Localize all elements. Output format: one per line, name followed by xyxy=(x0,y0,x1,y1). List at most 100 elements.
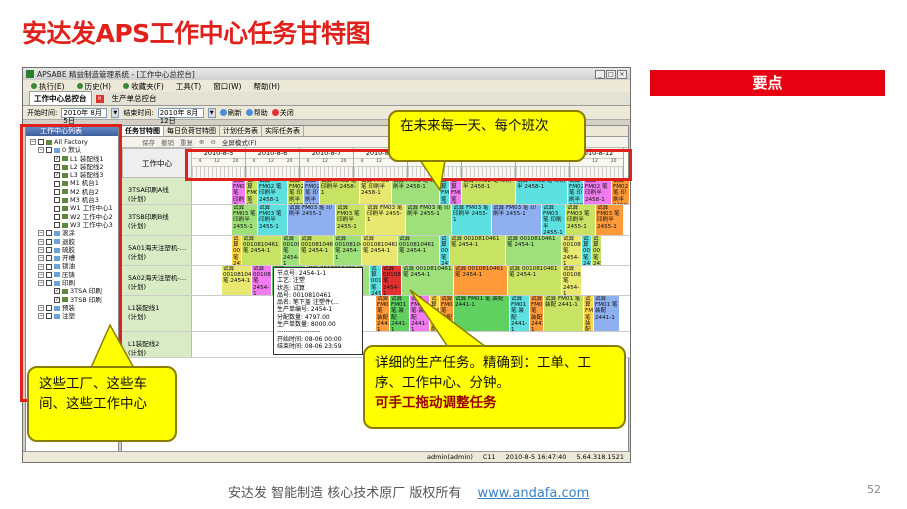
task-bar[interactable]: 试算 FM03 笔 印刷半 2455-1 xyxy=(258,205,288,235)
task-bar[interactable]: 试算 FM01 笔 装配 2441-1 xyxy=(376,296,390,331)
status-version: 5.64.318.1521 xyxy=(576,453,624,461)
gantt-row-label[interactable]: 5A02海天注塑机-… (计划) xyxy=(122,266,192,295)
task-bar[interactable]: 试算 0010810461 笔 2454-1 xyxy=(506,236,562,265)
task-bar[interactable]: 试算 0010810461 笔 2454-1 xyxy=(334,236,362,265)
task-bar[interactable]: 试算 0010810461 笔 2454-1 xyxy=(562,236,582,265)
start-date-dropdown-icon[interactable]: ▼ xyxy=(111,107,120,118)
zoom-out-icon[interactable]: ⊖ xyxy=(210,138,215,146)
gantt-row-label[interactable]: L1装配线1 (计划) xyxy=(122,296,192,331)
gantt-track: 试算 FM02 笔 印刷半 2458-1试算 FM02 笔 印刷半 2458-1… xyxy=(192,178,630,204)
task-bar[interactable]: 试算 FM02 笔 印刷半 2458-1 xyxy=(462,178,516,204)
task-bar[interactable]: 试算 FM03 笔 印刷半 2455-1 xyxy=(232,205,258,235)
close-button[interactable]: 关闭 xyxy=(271,108,294,118)
task-bar[interactable]: 试算 0010810461 笔 2454-1 xyxy=(398,236,440,265)
end-date-dropdown-icon[interactable]: ▼ xyxy=(207,107,216,118)
task-bar[interactable]: 试算 FM03 笔 印刷半 2455-1 xyxy=(492,205,542,235)
tab-actual-tasks[interactable]: 实际任务表 xyxy=(262,126,304,136)
fullscreen-button[interactable]: 全屏模式(F) xyxy=(222,137,257,147)
task-bar[interactable]: 试算 FM02 笔 印刷半 2458-1 xyxy=(392,178,440,204)
zoom-in-icon[interactable]: ⊕ xyxy=(199,138,204,146)
task-bar[interactable]: 试算 FM03 笔 印刷半 2455-1 xyxy=(596,205,624,235)
refresh-button[interactable]: 刷新 xyxy=(219,108,242,118)
task-bar[interactable]: 试算 0010810461 笔 2454-1 xyxy=(454,266,508,295)
task-bar[interactable]: 试算 FM02 笔 印刷半 2458-1 xyxy=(584,178,612,204)
task-bar[interactable]: 试算 0010810461 笔 2454-1 xyxy=(582,236,592,265)
end-date-input[interactable]: 2010年 8月12日 xyxy=(157,107,204,125)
task-bar[interactable]: 试算 FM02 笔 印刷半 2458-1 xyxy=(258,178,288,204)
tab-order-console[interactable]: 生产单总控台 xyxy=(108,92,161,105)
task-bar[interactable]: 试算 0010810461 笔 2454-1 xyxy=(370,266,382,295)
task-bar[interactable]: 试算 0010810461 笔 2454-1 xyxy=(562,266,582,295)
gantt-row-label[interactable]: L1装配线2 (计划) xyxy=(122,332,192,357)
task-bar[interactable]: 试算 FM02 笔 印刷半 2458-1 xyxy=(320,178,360,204)
footer-link[interactable]: www.andafa.com xyxy=(478,486,590,501)
gantt-row-label[interactable]: 3TSB印刷B线 (计划) xyxy=(122,205,192,235)
task-bar[interactable]: 试算 FM03 笔 印刷半 2455-1 xyxy=(452,205,492,235)
menu-tools[interactable]: 工具(T) xyxy=(176,81,201,92)
task-bar[interactable]: 试算 FM03 笔 印刷半 2455-1 xyxy=(566,205,596,235)
task-bar[interactable]: 试算 0010810461 笔 2454-1 xyxy=(508,266,562,295)
maximize-button[interactable]: □ xyxy=(606,69,616,79)
task-bar[interactable]: 试算 0010810461 笔 2454-1 xyxy=(362,236,398,265)
task-bar[interactable]: 试算 FM02 笔 印刷半 2458-1 xyxy=(288,178,304,204)
task-bar[interactable]: 试算 FM01 笔 装配 2441-1 xyxy=(594,296,620,331)
task-bar[interactable]: 试算 FM02 笔 印刷半 2458-1 xyxy=(232,178,246,204)
menu-favorites[interactable]: 收藏夹(F) xyxy=(123,81,164,92)
task-bar[interactable]: 试算 0010810461 笔 2454-1 xyxy=(402,266,454,295)
close-window-button[interactable]: × xyxy=(617,69,627,79)
gantt-rows: 3TSA印刷A线(计划)试算 FM02 笔 印刷半 2458-1试算 FM02 … xyxy=(122,178,630,358)
task-bar[interactable]: 试算 0010810461 笔 2454-1 xyxy=(252,266,272,295)
task-bar[interactable]: 试算 FM01 笔 装配 2441-1 xyxy=(430,296,440,331)
task-bar[interactable]: 试算 FM03 笔 印刷半 2455-1 xyxy=(406,205,452,235)
window-title: APSABE 精益制造管理系统 - [工作中心总控台] xyxy=(37,69,195,79)
task-bar[interactable]: 试算 FM01 笔 装配 2441-1 xyxy=(530,296,544,331)
task-bar[interactable]: 试算 FM03 笔 印刷半 2455-1 xyxy=(336,205,366,235)
minimize-button[interactable]: _ xyxy=(595,69,605,79)
task-bar[interactable]: 试算 0010810461 笔 2454-1 xyxy=(592,236,602,265)
menu-execute[interactable]: 执行(E) xyxy=(31,81,65,92)
task-bar[interactable]: 试算 FM02 笔 印刷半 2458-1 xyxy=(516,178,568,204)
workcenter-name: L1装配线1 xyxy=(128,304,160,312)
task-bar[interactable]: 试算 FM01 笔 装配 2441-1 xyxy=(454,296,510,331)
task-bar[interactable]: 试算 FM03 笔 印刷半 2455-1 xyxy=(288,205,336,235)
task-bar[interactable]: 试算 FM03 笔 印刷半 2455-1 xyxy=(366,205,406,235)
task-bar[interactable]: 试算 FM02 笔 印刷半 2458-1 xyxy=(360,178,392,204)
task-bar[interactable]: 试算 FM01 笔 装配 2441-1 xyxy=(544,296,584,331)
task-bar[interactable]: 试算 FM01 笔 装配 2441-1 xyxy=(390,296,410,331)
tab-task-gantt[interactable]: 任务甘特图 xyxy=(122,126,164,136)
gantt-row-label[interactable]: 3TSA印刷A线 (计划) xyxy=(122,178,192,204)
menu-help[interactable]: 帮助(H) xyxy=(253,81,280,92)
task-tooltip: 节点号: 2454-1-1 工艺: 注塑 状态: 试算 品号: 0010810461 品… xyxy=(273,267,363,355)
tab-plan-tasks[interactable]: 计划任务表 xyxy=(220,126,262,136)
start-date-input[interactable]: 2010年 8月 5日 xyxy=(61,107,108,125)
redo-button[interactable]: 重复 xyxy=(180,137,193,147)
save-button[interactable]: 保存 xyxy=(142,137,155,147)
tab-workcenter-console[interactable]: 工作中心总控台 xyxy=(29,91,92,106)
task-bar[interactable]: 试算 FM01 笔 装配 2441-1 xyxy=(410,296,430,331)
task-bar[interactable]: 试算 0010810461 笔 2454-1 xyxy=(300,236,334,265)
task-bar[interactable]: 试算 FM02 笔 印刷半 2458-1 xyxy=(304,178,320,204)
close-tab-icon[interactable]: × xyxy=(95,94,104,103)
task-bar[interactable]: 试算 FM02 笔 印刷半 2458-1 xyxy=(450,178,462,204)
task-bar[interactable]: 试算 FM02 笔 印刷半 2458-1 xyxy=(612,178,630,204)
task-bar[interactable]: 试算 FM01 笔 装配 2441-1 xyxy=(584,296,594,331)
task-bar[interactable]: 试算 FM02 笔 印刷半 2458-1 xyxy=(440,178,450,204)
task-bar[interactable]: 试算 0010810461 笔 2454-1 xyxy=(282,236,300,265)
task-bar[interactable]: 试算 FM01 笔 装配 2441-1 xyxy=(440,296,454,331)
task-bar[interactable]: 试算 FM02 笔 印刷半 2458-1 xyxy=(568,178,584,204)
task-bar[interactable]: 试算 0010810461 笔 2454-1 xyxy=(222,266,252,295)
gantt-row-label[interactable]: 5A01海天注塑机-… (计划) xyxy=(122,236,192,265)
task-bar[interactable]: 试算 0010810461 笔 2454-1 xyxy=(232,236,242,265)
menu-history[interactable]: 历史(H) xyxy=(76,81,111,92)
task-bar[interactable]: 试算 FM01 笔 装配 2441-1 xyxy=(510,296,530,331)
task-bar[interactable]: 试算 FM02 笔 印刷半 2458-1 xyxy=(246,178,258,204)
task-bar[interactable]: 试算 0010810461 笔 2454-1 xyxy=(450,236,506,265)
task-bar[interactable]: 试算 FM03 笔 印刷半 2455-1 xyxy=(542,205,566,235)
task-bar[interactable]: 试算 0010810461 笔 2454-1 xyxy=(382,266,402,295)
tab-daily-load-gantt[interactable]: 每日负荷甘特图 xyxy=(164,126,220,136)
task-bar[interactable]: 试算 0010810461 笔 2454-1 xyxy=(242,236,282,265)
task-bar[interactable]: 试算 0010810461 笔 2454-1 xyxy=(440,236,450,265)
help-button[interactable]: 帮助 xyxy=(245,108,268,118)
undo-button[interactable]: 撤销 xyxy=(161,137,174,147)
menu-window[interactable]: 窗口(W) xyxy=(213,81,241,92)
